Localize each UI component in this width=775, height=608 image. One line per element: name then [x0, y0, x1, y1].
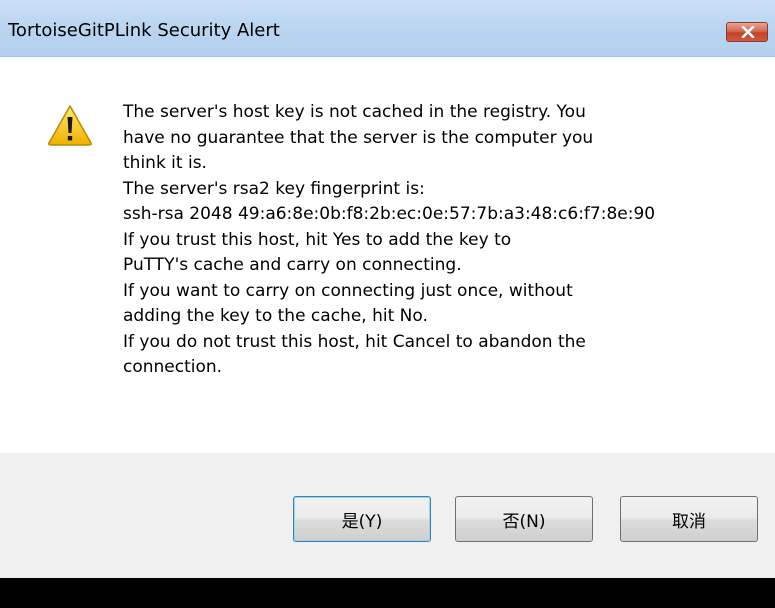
- fingerprint-line: ssh-rsa 2048 49:a6:8e:0b:f8:2b:ec:0e:57:…: [123, 204, 656, 224]
- message-line: If you do not trust this host, hit Cance…: [123, 331, 586, 352]
- message-line: adding the key to the cache, hit No.: [123, 306, 428, 326]
- button-bar: 是(Y) 否(N) 取消: [0, 453, 775, 578]
- cancel-button[interactable]: 取消: [620, 496, 758, 542]
- message-line: have no guarantee that the server is the…: [123, 127, 594, 148]
- no-button[interactable]: 否(N): [455, 496, 593, 542]
- message-line: The server's host key is not cached in t…: [123, 102, 586, 122]
- alert-message: The server's host key is not cached in t…: [123, 100, 655, 381]
- message-line: think it is.: [123, 153, 207, 173]
- window-title: TortoiseGitPLink Security Alert: [8, 20, 280, 41]
- close-button[interactable]: [726, 22, 768, 42]
- title-bar[interactable]: TortoiseGitPLink Security Alert: [0, 0, 775, 57]
- security-alert-dialog: TortoiseGitPLink Security Alert The serv…: [0, 0, 775, 578]
- message-line: If you trust this host, hit Yes to add t…: [123, 229, 512, 250]
- yes-button[interactable]: 是(Y): [293, 496, 431, 542]
- message-line: PuTTY's cache and carry on connecting.: [123, 255, 462, 275]
- message-line: The server's rsa2 key fingerprint is:: [123, 178, 425, 199]
- message-line: If you want to carry on connecting just …: [123, 280, 573, 301]
- close-icon: [741, 26, 755, 38]
- message-area: The server's host key is not cached in t…: [0, 57, 775, 453]
- message-line: connection.: [123, 357, 223, 377]
- warning-icon: [48, 105, 92, 146]
